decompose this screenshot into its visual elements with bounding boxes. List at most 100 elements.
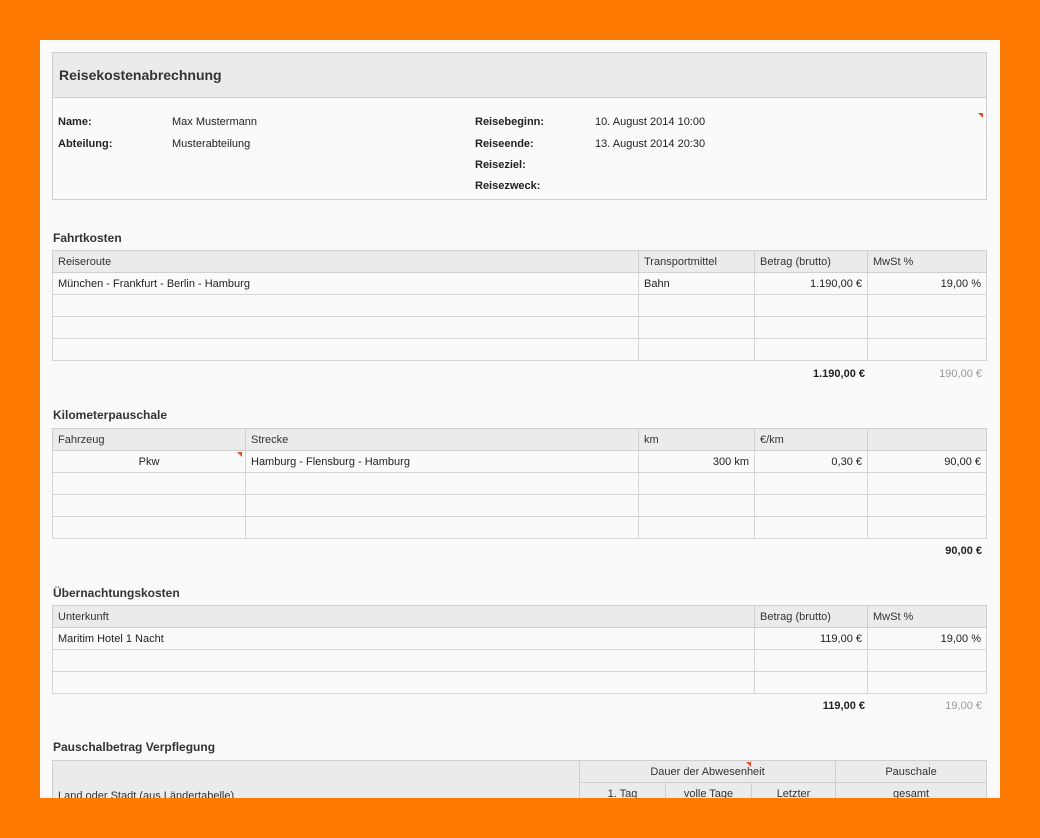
- accommodation-cell[interactable]: Maritim Hotel 1 Nacht: [52, 627, 755, 650]
- empty-cell[interactable]: [754, 671, 868, 694]
- uebernachtung-total: 119,00 €: [822, 700, 865, 712]
- comment-marker-icon[interactable]: [746, 762, 751, 767]
- column-header[interactable]: Letzter: [750, 782, 837, 798]
- empty-cell[interactable]: [638, 472, 755, 495]
- column-header[interactable]: €/km: [754, 428, 868, 451]
- column-header[interactable]: MwSt %: [867, 250, 987, 273]
- kilometerpauschale-total: 90,00 €: [945, 545, 982, 557]
- table-row: [52, 294, 987, 317]
- comment-marker-icon[interactable]: [978, 113, 983, 118]
- empty-cell[interactable]: [245, 494, 639, 517]
- department-value[interactable]: Musterabteilung: [172, 138, 250, 150]
- empty-cell[interactable]: [245, 516, 639, 539]
- column-header[interactable]: Transportmittel: [638, 250, 755, 273]
- empty-cell[interactable]: [754, 494, 868, 517]
- section-title-kilometerpauschale: Kilometerpauschale: [53, 408, 168, 422]
- table-row: [52, 316, 987, 339]
- trip-start-value[interactable]: 10. August 2014 10:00: [595, 116, 705, 128]
- empty-cell[interactable]: [52, 671, 755, 694]
- empty-cell[interactable]: [867, 472, 987, 495]
- trip-end-value[interactable]: 13. August 2014 20:30: [595, 138, 705, 150]
- empty-cell[interactable]: [638, 516, 755, 539]
- column-header[interactable]: Betrag (brutto): [754, 605, 868, 628]
- empty-cell[interactable]: [754, 649, 868, 672]
- fahrtkosten-total: 1.190,00 €: [813, 368, 865, 380]
- name-label: Name:: [58, 116, 92, 128]
- uebernachtung-table: Unterkunft Betrag (brutto) MwSt % Mariti…: [52, 605, 987, 694]
- empty-cell[interactable]: [638, 338, 755, 361]
- amount-cell[interactable]: 1.190,00 €: [754, 272, 868, 295]
- column-header[interactable]: Dauer der Abwesenheit: [578, 760, 837, 783]
- verpflegung-table: Land oder Stadt (aus Ländertabelle) Daue…: [52, 760, 988, 798]
- table-row: [52, 338, 987, 361]
- empty-cell[interactable]: [638, 294, 755, 317]
- empty-cell[interactable]: [867, 494, 987, 517]
- empty-cell[interactable]: [52, 472, 246, 495]
- empty-cell[interactable]: [867, 516, 987, 539]
- column-header[interactable]: Unterkunft: [52, 605, 755, 628]
- column-header[interactable]: Pauschale: [835, 760, 988, 783]
- destination-label: Reiseziel:: [475, 159, 526, 171]
- table-row: Maritim Hotel 1 Nacht 119,00 € 19,00 %: [52, 627, 987, 650]
- kilometerpauschale-table: Fahrzeug Strecke km €/km Pkw Hamburg - F…: [52, 428, 987, 539]
- empty-cell[interactable]: [867, 294, 987, 317]
- empty-cell[interactable]: [52, 338, 639, 361]
- fahrtkosten-table: Reiseroute Transportmittel Betrag (brutt…: [52, 250, 987, 361]
- section-title-verpflegung: Pauschalbetrag Verpflegung: [53, 740, 216, 754]
- amount-cell[interactable]: 119,00 €: [754, 627, 868, 650]
- column-header[interactable]: volle Tage: [665, 782, 752, 798]
- vat-cell[interactable]: 19,00 %: [867, 627, 987, 650]
- empty-cell[interactable]: [52, 316, 639, 339]
- column-header[interactable]: Reiseroute: [52, 250, 639, 273]
- empty-cell[interactable]: [52, 494, 246, 517]
- table-header-row: Reiseroute Transportmittel Betrag (brutt…: [52, 250, 987, 273]
- vehicle-cell[interactable]: Pkw: [52, 450, 246, 473]
- empty-cell[interactable]: [754, 516, 868, 539]
- rate-cell[interactable]: 0,30 €: [754, 450, 868, 473]
- table-row: [52, 516, 987, 539]
- table-header-row: Land oder Stadt (aus Ländertabelle) Daue…: [52, 760, 988, 798]
- km-cell[interactable]: 300 km: [638, 450, 755, 473]
- section-title-uebernachtung: Übernachtungskosten: [53, 586, 180, 600]
- empty-cell[interactable]: [754, 338, 868, 361]
- vat-cell[interactable]: 19,00 %: [867, 272, 987, 295]
- column-header[interactable]: 1. Tag: [579, 782, 666, 798]
- empty-cell[interactable]: [867, 671, 987, 694]
- comment-marker-icon[interactable]: [237, 452, 242, 457]
- empty-cell[interactable]: [638, 316, 755, 339]
- empty-cell[interactable]: [754, 472, 868, 495]
- column-header[interactable]: Fahrzeug: [52, 428, 246, 451]
- fahrtkosten-vat-total: 190,00 €: [939, 368, 982, 380]
- empty-cell[interactable]: [245, 472, 639, 495]
- column-header[interactable]: Land oder Stadt (aus Ländertabelle): [52, 760, 580, 798]
- route-cell[interactable]: Hamburg - Flensburg - Hamburg: [245, 450, 639, 473]
- column-header[interactable]: km: [638, 428, 755, 451]
- route-cell[interactable]: München - Frankfurt - Berlin - Hamburg: [52, 272, 639, 295]
- column-header[interactable]: gesamt: [835, 782, 988, 798]
- trip-end-label: Reiseende:: [475, 138, 534, 150]
- uebernachtung-vat-total: 19,00 €: [945, 700, 982, 712]
- empty-cell[interactable]: [867, 338, 987, 361]
- department-label: Abteilung:: [58, 138, 113, 150]
- transport-cell[interactable]: Bahn: [638, 272, 755, 295]
- empty-cell[interactable]: [638, 494, 755, 517]
- column-header[interactable]: MwSt %: [867, 605, 987, 628]
- amount-cell[interactable]: 90,00 €: [867, 450, 987, 473]
- table-row: [52, 649, 987, 672]
- column-header[interactable]: [867, 428, 987, 451]
- empty-cell[interactable]: [754, 316, 868, 339]
- column-header[interactable]: Strecke: [245, 428, 639, 451]
- column-header[interactable]: Betrag (brutto): [754, 250, 868, 273]
- empty-cell[interactable]: [52, 649, 755, 672]
- empty-cell[interactable]: [754, 294, 868, 317]
- name-value[interactable]: Max Mustermann: [172, 116, 257, 128]
- empty-cell[interactable]: [52, 294, 639, 317]
- empty-cell[interactable]: [867, 316, 987, 339]
- table-header-row: Fahrzeug Strecke km €/km: [52, 428, 987, 451]
- empty-cell[interactable]: [52, 516, 246, 539]
- table-row: [52, 494, 987, 517]
- section-title-fahrtkosten: Fahrtkosten: [53, 231, 122, 245]
- empty-cell[interactable]: [867, 649, 987, 672]
- document-title: Reisekostenabrechnung: [53, 53, 986, 98]
- table-row: Pkw Hamburg - Flensburg - Hamburg 300 km…: [52, 450, 987, 473]
